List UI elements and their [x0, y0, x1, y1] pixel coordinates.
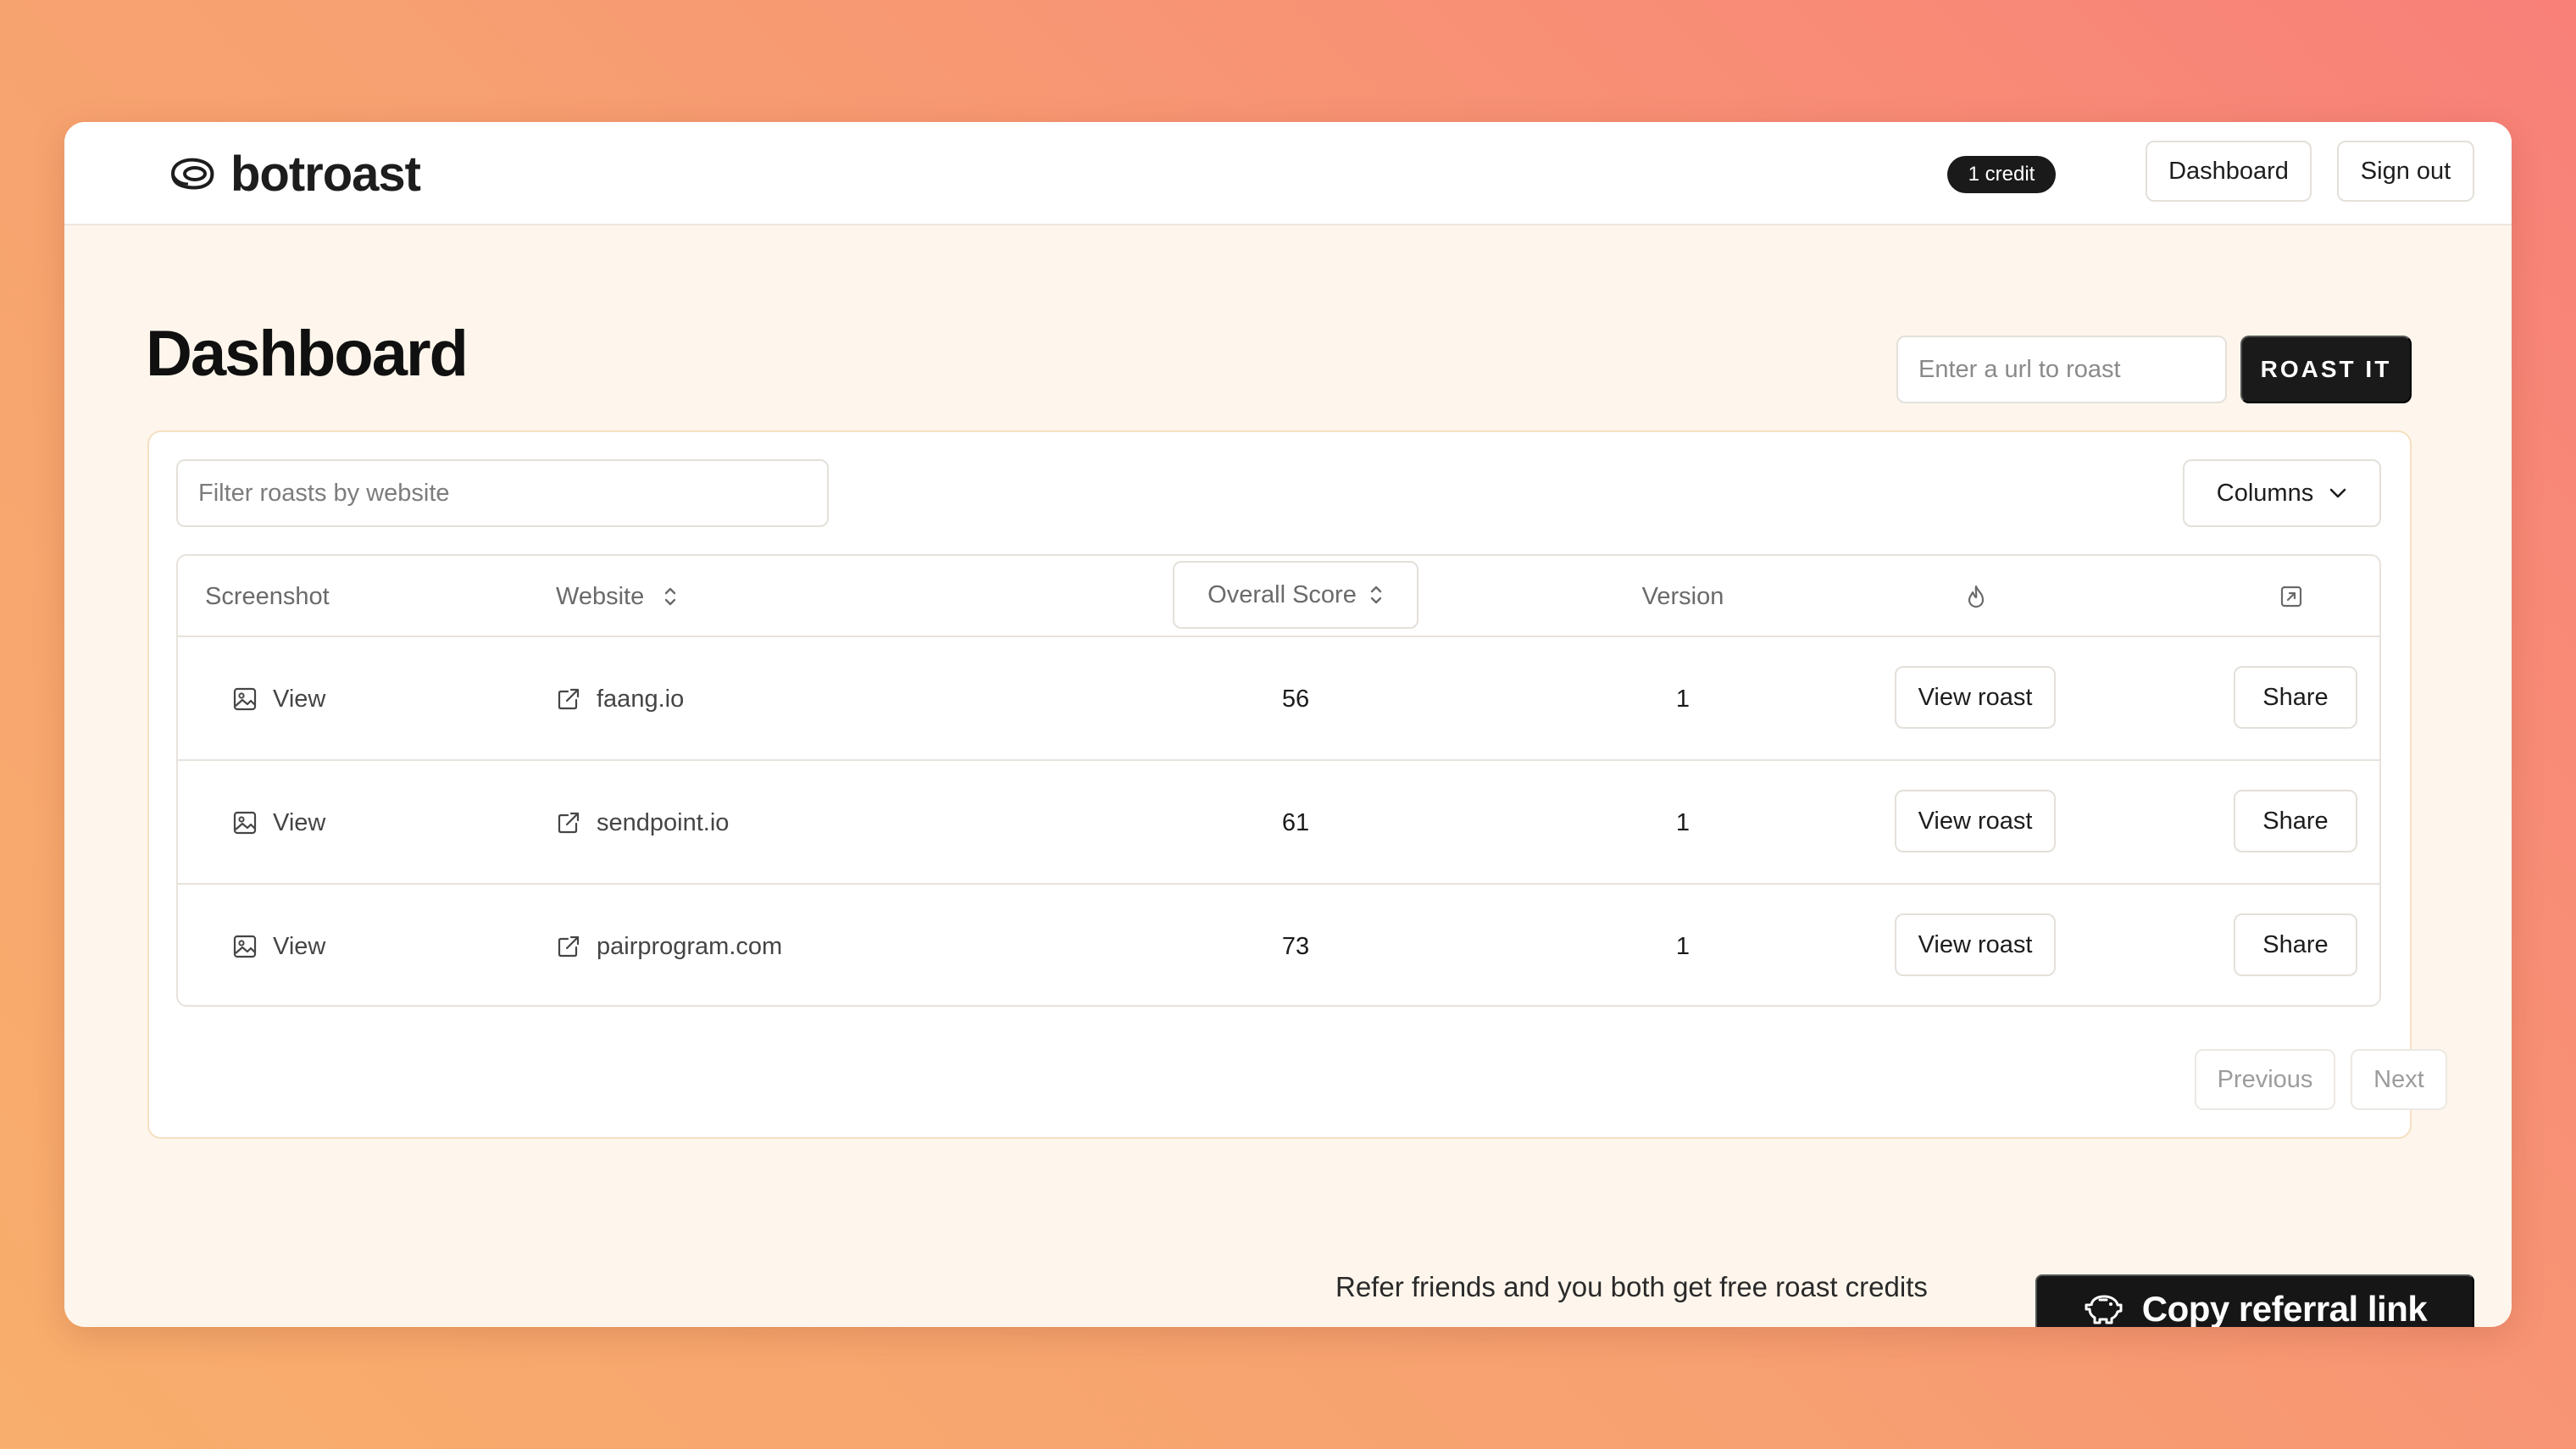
steak-icon [166, 155, 217, 192]
overall-score: 56 [1281, 685, 1310, 713]
website-label: faang.io [597, 685, 685, 713]
screenshot-view-label: View [273, 808, 326, 836]
website-link[interactable]: sendpoint.io [556, 761, 729, 885]
chevron-down-icon [2329, 487, 2347, 499]
header-roast [1951, 556, 2001, 637]
header-overall-score[interactable]: Overall Score [1173, 561, 1418, 629]
screenshot-view-link[interactable]: View [232, 885, 326, 1005]
top-navbar: botroast 1 credit Dashboard Sign out [64, 122, 2512, 225]
sign-out-button[interactable]: Sign out [2337, 141, 2474, 202]
previous-page-button[interactable]: Previous [2195, 1049, 2335, 1110]
table-row: View sendpoint.io 61 1 View roast Share [178, 761, 2379, 885]
header-version: Version [1641, 582, 1724, 610]
dashboard-nav-button[interactable]: Dashboard [2146, 141, 2312, 202]
image-icon [232, 934, 258, 959]
share-button[interactable]: Share [2234, 790, 2357, 852]
copy-referral-link-label: Copy referral link [2141, 1289, 2428, 1327]
website-link[interactable]: pairprogram.com [556, 885, 783, 1005]
next-page-button[interactable]: Next [2351, 1049, 2447, 1110]
header-website-label: Website [556, 582, 645, 610]
screenshot-view-label: View [273, 932, 326, 960]
referral-text: Refer friends and you both get free roas… [1335, 1271, 1928, 1302]
website-link[interactable]: faang.io [556, 637, 684, 761]
external-link-icon [556, 934, 581, 959]
external-link-icon [556, 810, 581, 836]
header-score-label: Overall Score [1208, 580, 1357, 608]
logo[interactable]: botroast [166, 146, 421, 202]
header-website[interactable]: Website [556, 556, 678, 637]
screenshot-view-link[interactable]: View [232, 637, 325, 761]
sort-icon [1368, 584, 1384, 606]
logo-text: botroast [230, 146, 421, 202]
table-row: View pairprogram.com 73 1 View roast Sha… [178, 885, 2379, 1005]
url-input[interactable]: Enter a url to roast [1896, 336, 2227, 403]
columns-button[interactable]: Columns [2183, 459, 2381, 527]
external-square-icon [2279, 585, 2303, 608]
website-label: pairprogram.com [597, 932, 783, 960]
page-title: Dashboard [146, 318, 469, 390]
table-row: View faang.io 56 1 View roast Share [178, 637, 2379, 761]
screenshot-view-link[interactable]: View [232, 761, 325, 885]
header-share [2266, 556, 2317, 637]
share-button[interactable]: Share [2234, 913, 2357, 976]
header-screenshot: Screenshot [205, 582, 330, 610]
image-icon [232, 686, 258, 712]
view-roast-button[interactable]: View roast [1895, 913, 2056, 976]
roasts-panel: Filter roasts by website Columns Screens… [147, 430, 2447, 1139]
image-icon [232, 810, 258, 836]
credit-badge: 1 credit [1947, 156, 2056, 193]
version: 1 [1675, 808, 1690, 836]
roasts-table: Screenshot Website Overall Score Version [176, 554, 2381, 1007]
url-input-placeholder: Enter a url to roast [1918, 355, 2121, 383]
share-button[interactable]: Share [2234, 666, 2357, 729]
version: 1 [1675, 932, 1690, 960]
overall-score: 61 [1281, 808, 1310, 836]
overall-score: 73 [1281, 932, 1310, 960]
view-roast-button[interactable]: View roast [1895, 790, 2056, 852]
external-link-icon [556, 686, 581, 712]
copy-referral-link-button[interactable]: Copy referral link [2035, 1274, 2474, 1327]
view-roast-button[interactable]: View roast [1895, 666, 2056, 729]
screenshot-view-label: View [273, 685, 326, 713]
version: 1 [1675, 685, 1690, 713]
filter-input[interactable]: Filter roasts by website [176, 459, 829, 527]
piggy-bank-icon [2083, 1292, 2124, 1326]
roast-it-button[interactable]: ROAST IT [2240, 336, 2412, 403]
sort-icon [663, 586, 678, 608]
columns-button-label: Columns [2216, 479, 2314, 507]
table-header: Screenshot Website Overall Score Version [178, 556, 2379, 637]
website-label: sendpoint.io [597, 808, 730, 836]
flame-icon [1965, 584, 1987, 609]
app-window: botroast 1 credit Dashboard Sign out Das… [64, 122, 2512, 1327]
filter-input-placeholder: Filter roasts by website [198, 479, 450, 507]
